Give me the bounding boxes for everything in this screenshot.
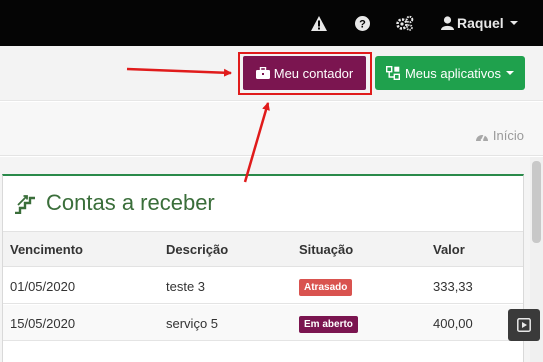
meu-contador-button[interactable]: Meu contador — [243, 56, 366, 90]
user-icon — [441, 16, 454, 30]
warning-icon[interactable] — [307, 11, 331, 35]
cell-valor: 400,00 — [433, 316, 473, 331]
meus-aplicativos-label: Meus aplicativos — [404, 65, 502, 81]
column-header-descricao[interactable]: Descrição — [166, 242, 228, 257]
cell-descricao: teste 3 — [166, 279, 206, 294]
top-navbar: ? Raquel — [0, 0, 543, 46]
dashboard-icon — [475, 133, 488, 141]
apps-icon — [385, 66, 400, 80]
meus-aplicativos-button[interactable]: Meus aplicativos — [375, 56, 525, 90]
svg-text:?: ? — [359, 18, 366, 30]
column-header-valor[interactable]: Valor — [433, 242, 465, 257]
user-name: Raquel — [457, 15, 504, 31]
user-menu[interactable]: Raquel — [441, 12, 518, 34]
breadcrumb[interactable]: Início — [475, 128, 524, 143]
cell-vencimento: 01/05/2020 — [10, 279, 76, 294]
column-header-situacao[interactable]: Situação — [299, 242, 353, 257]
breadcrumb-home-link[interactable]: Início — [493, 128, 524, 143]
cell-descricao: serviço 5 — [166, 316, 219, 331]
breadcrumb-bar — [0, 102, 543, 156]
help-icon[interactable]: ? — [350, 11, 374, 35]
status-badge: Atrasado — [299, 279, 353, 296]
panel-title: Contas a receber — [14, 190, 215, 216]
chevron-down-icon — [509, 21, 518, 25]
status-badge: Em aberto — [299, 316, 358, 333]
scrollbar-thumb[interactable] — [532, 161, 541, 243]
play-icon — [517, 318, 531, 332]
chevron-down-icon — [506, 71, 515, 75]
video-play-button[interactable] — [508, 309, 540, 341]
cell-vencimento: 15/05/2020 — [10, 316, 76, 331]
cell-valor: 333,33 — [433, 279, 473, 294]
settings-icon[interactable] — [393, 11, 417, 35]
stairs-icon — [15, 195, 35, 214]
briefcase-icon — [255, 67, 270, 79]
column-header-vencimento[interactable]: Vencimento — [10, 242, 83, 257]
meu-contador-label: Meu contador — [273, 65, 354, 81]
panel-title-text: Contas a receber — [46, 190, 215, 215]
